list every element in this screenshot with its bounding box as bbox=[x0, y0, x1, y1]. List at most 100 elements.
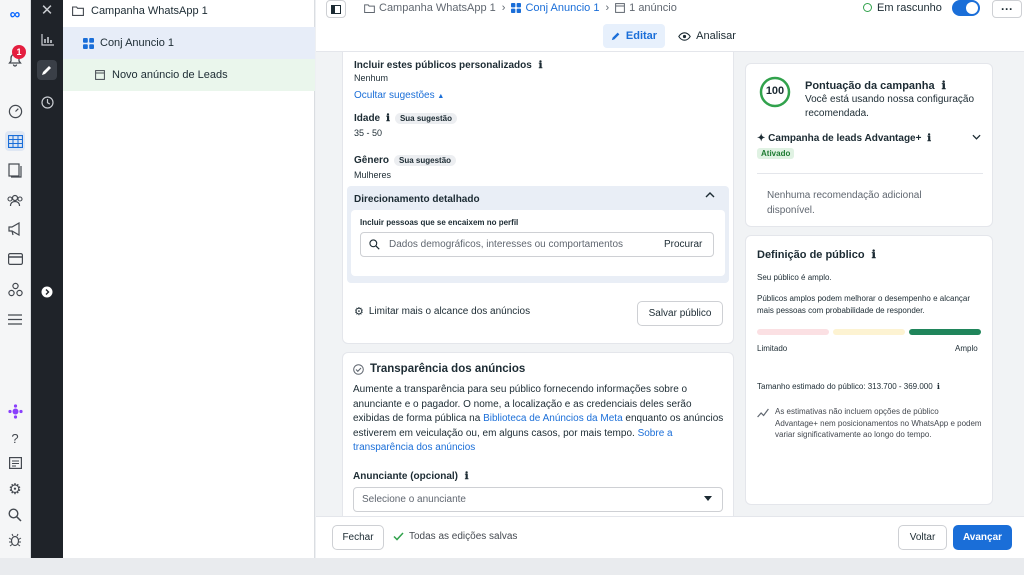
next-button[interactable]: Avançar bbox=[953, 525, 1012, 550]
toggle-sidebar-button[interactable] bbox=[326, 0, 346, 18]
history-clock-icon[interactable] bbox=[37, 92, 57, 112]
advertiser-placeholder: Selecione o anunciante bbox=[362, 494, 466, 505]
advertiser-select[interactable]: Selecione o anunciante bbox=[353, 487, 723, 512]
table-icon[interactable] bbox=[5, 131, 25, 151]
detailed-search-placeholder: Dados demográficos, interesses ou compor… bbox=[389, 239, 624, 250]
custom-audiences-label: Incluir estes públicos personalizados ℹ bbox=[354, 60, 542, 71]
audience-gauge bbox=[757, 329, 981, 335]
notification-badge: 1 bbox=[12, 45, 26, 59]
expand-chevron-icon[interactable] bbox=[972, 134, 981, 140]
detailed-search-input[interactable]: Dados demográficos, interesses ou compor… bbox=[360, 232, 714, 257]
search-button[interactable]: Procurar bbox=[664, 239, 702, 250]
checkmark-icon bbox=[393, 532, 404, 541]
adset-grid-icon bbox=[511, 3, 522, 13]
transparency-text: Aumente a transparência para seu público… bbox=[353, 383, 725, 456]
gear-icon: ⚙ bbox=[354, 306, 364, 318]
crumb-campaign[interactable]: Campanha WhatsApp 1 bbox=[379, 2, 496, 14]
no-recommendations-text: Nenhuma recomendação adicional disponíve… bbox=[767, 190, 922, 216]
tree-campaign-label: Campanha WhatsApp 1 bbox=[91, 5, 208, 17]
transparency-title: Transparência dos anúncios bbox=[370, 363, 526, 375]
top-bar: Campanha WhatsApp 1 › Conj Anuncio 1 › 1… bbox=[316, 0, 1024, 52]
tab-edit[interactable]: Editar bbox=[603, 24, 665, 48]
info-icon[interactable]: ℹ bbox=[942, 80, 946, 92]
audience-broad-text: Seu público é amplo. bbox=[757, 273, 832, 282]
tab-review-label: Analisar bbox=[696, 30, 736, 42]
info-icon[interactable]: ℹ bbox=[539, 60, 543, 71]
menu-icon[interactable] bbox=[5, 309, 25, 329]
score-title: Pontuação da campanha ℹ bbox=[805, 79, 946, 92]
meta-ai-icon[interactable] bbox=[5, 401, 25, 421]
dropdown-caret-icon bbox=[704, 496, 712, 502]
editor-rail: ✕ bbox=[31, 0, 63, 558]
hide-suggestions-link[interactable]: Ocultar sugestões ▲ bbox=[354, 90, 444, 101]
definition-title: Definição de público ℹ bbox=[757, 248, 876, 261]
age-label-text: Idade bbox=[354, 113, 381, 124]
divider bbox=[757, 173, 983, 174]
collapse-chevron-icon[interactable] bbox=[705, 192, 715, 198]
meta-logo-icon[interactable]: ∞ bbox=[5, 4, 25, 24]
reports-icon[interactable] bbox=[5, 453, 25, 473]
close-icon[interactable]: ✕ bbox=[37, 0, 57, 20]
adset-grid-icon bbox=[83, 37, 94, 49]
gauge-icon[interactable] bbox=[5, 101, 25, 121]
include-panel: Incluir pessoas que se encaixem no perfi… bbox=[351, 210, 725, 276]
info-icon[interactable]: ℹ bbox=[927, 133, 931, 144]
expand-panel-icon[interactable] bbox=[37, 282, 57, 302]
ads-library-link[interactable]: Biblioteca de Anúncios da Meta bbox=[483, 413, 623, 424]
chart-icon[interactable] bbox=[37, 30, 57, 50]
bug-report-icon[interactable] bbox=[5, 530, 25, 550]
audience-icon[interactable] bbox=[5, 190, 25, 210]
info-icon[interactable]: ℹ bbox=[937, 382, 940, 391]
settings-gear-icon[interactable]: ⚙ bbox=[5, 479, 25, 499]
crumb-separator-icon: › bbox=[605, 2, 610, 14]
audience-broad-description: Públicos amplos podem melhorar o desempe… bbox=[757, 294, 971, 315]
search-icon bbox=[369, 239, 380, 250]
business-tools-icon[interactable] bbox=[5, 279, 25, 299]
tree-ad-label: Novo anúncio de Leads bbox=[112, 69, 228, 81]
crumb-separator-icon: › bbox=[501, 2, 506, 14]
back-button[interactable]: Voltar bbox=[898, 525, 947, 550]
detailed-targeting-title: Direcionamento detalhado bbox=[354, 194, 480, 205]
gauge-segment-limited bbox=[757, 329, 829, 335]
ad-page-icon bbox=[615, 3, 626, 13]
crumb-adset[interactable]: Conj Anuncio 1 bbox=[525, 2, 599, 14]
tree-item-campaign[interactable]: Campanha WhatsApp 1 bbox=[63, 0, 315, 27]
draft-status-icon bbox=[863, 3, 872, 12]
save-status-label: Todas as edições salvas bbox=[409, 531, 518, 542]
billing-card-icon[interactable] bbox=[5, 249, 25, 269]
info-icon[interactable]: ℹ bbox=[386, 113, 390, 124]
audience-card: Incluir estes públicos personalizados ℹ … bbox=[342, 52, 734, 344]
breadcrumb: Campanha WhatsApp 1 › Conj Anuncio 1 › 1… bbox=[364, 2, 677, 14]
tree-item-ad[interactable]: Novo anúncio de Leads bbox=[63, 59, 315, 91]
custom-audiences-text: Incluir estes públicos personalizados bbox=[354, 60, 532, 71]
help-icon[interactable]: ? bbox=[5, 428, 25, 448]
folder-icon bbox=[364, 3, 375, 13]
info-icon[interactable]: ℹ bbox=[465, 471, 469, 482]
custom-audiences-value: Nenhum bbox=[354, 73, 389, 83]
megaphone-icon[interactable] bbox=[5, 219, 25, 239]
eye-icon bbox=[678, 31, 691, 41]
check-circle-icon bbox=[353, 363, 364, 375]
campaign-score-card: 100 Pontuação da campanha ℹ Você está us… bbox=[745, 63, 993, 227]
sparkle-icon: ✦ bbox=[757, 133, 766, 144]
pages-icon[interactable] bbox=[5, 160, 25, 180]
tree-adset-label: Conj Anuncio 1 bbox=[100, 37, 174, 49]
search-icon[interactable] bbox=[5, 505, 25, 525]
limit-reach-option[interactable]: ⚙ Limitar mais o alcance dos anúncios bbox=[354, 305, 530, 318]
close-button[interactable]: Fechar bbox=[332, 525, 384, 550]
tree-item-adset[interactable]: Conj Anuncio 1 bbox=[63, 27, 315, 59]
structure-tree: Campanha WhatsApp 1 Conj Anuncio 1 Novo … bbox=[63, 0, 315, 558]
score-ring: 100 bbox=[759, 76, 791, 108]
gauge-level-fill bbox=[909, 329, 981, 335]
include-label: Incluir pessoas que se encaixem no perfi… bbox=[360, 218, 519, 227]
edit-pencil-icon[interactable] bbox=[37, 60, 57, 80]
tab-review[interactable]: Analisar bbox=[674, 24, 740, 48]
more-dots-icon: ··· bbox=[1001, 2, 1013, 16]
gender-value: Mulheres bbox=[354, 170, 392, 180]
publish-toggle[interactable] bbox=[952, 0, 980, 16]
gauge-segment-specific bbox=[833, 329, 905, 335]
more-options-button[interactable]: ··· bbox=[992, 0, 1022, 18]
info-icon[interactable]: ℹ bbox=[872, 249, 876, 261]
crumb-ad[interactable]: 1 anúncio bbox=[629, 2, 677, 14]
save-audience-button[interactable]: Salvar público bbox=[637, 301, 723, 326]
